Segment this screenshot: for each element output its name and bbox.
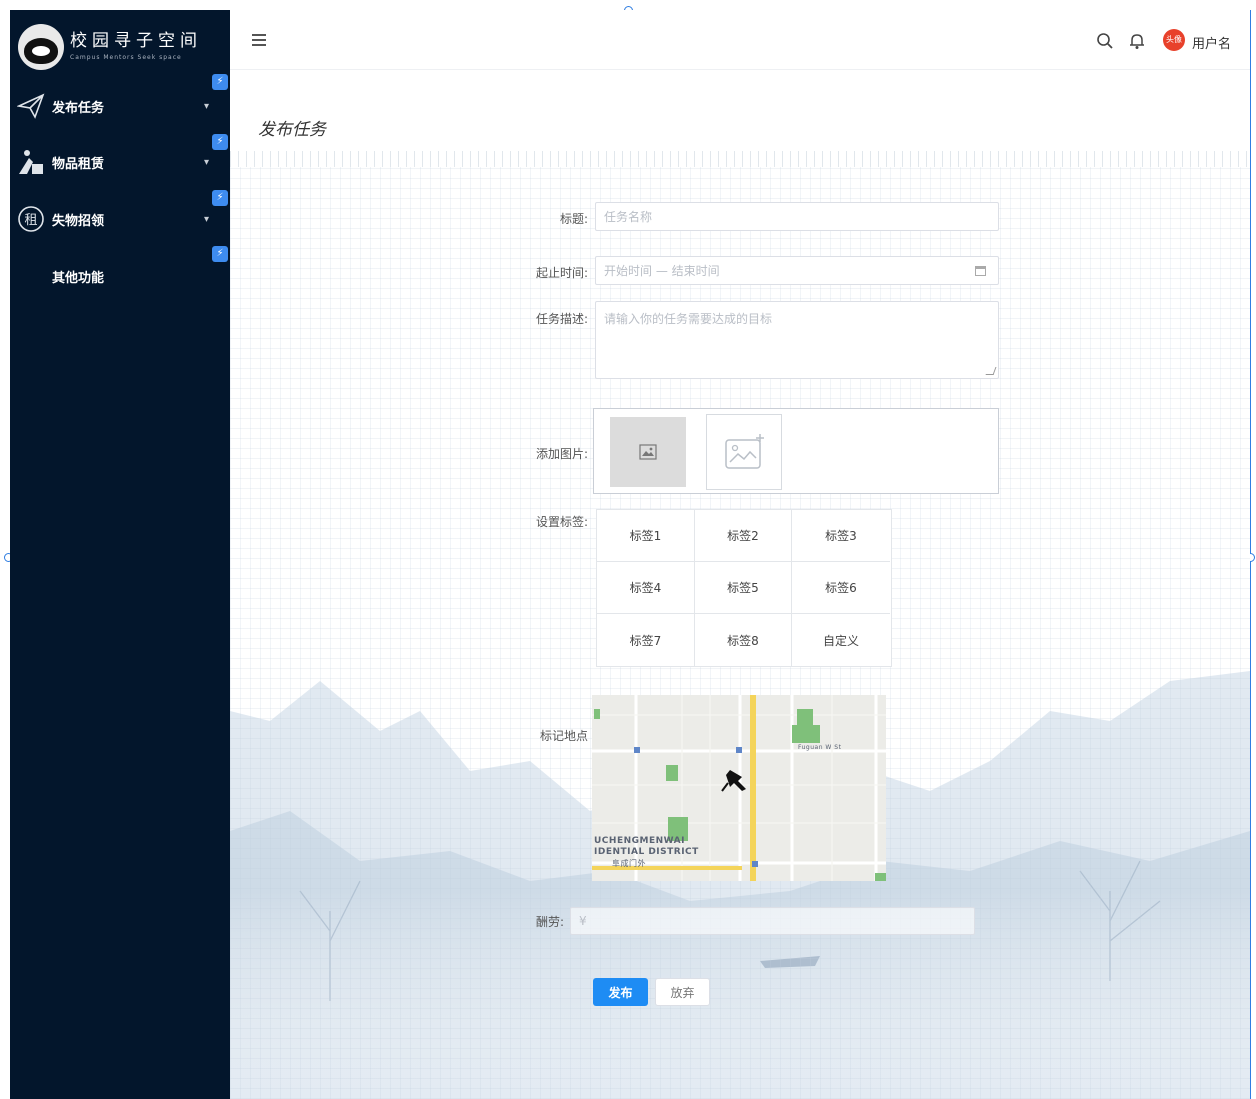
page-title: 发布任务 [258,120,326,140]
logo-subtitle: Campus Mentors Seek space [70,54,182,61]
sidebar-item-label: 其他功能 [52,270,105,286]
publish-button[interactable]: 发布 [593,978,648,1006]
tag-option[interactable]: 标签3 [792,510,890,562]
ruler [230,151,1250,167]
tag-custom-option[interactable]: 自定义 [792,614,890,666]
username[interactable]: 用户名 [1192,33,1231,52]
location-label: 标记地点 [539,729,588,743]
image-upload-area [593,408,999,494]
tags-label: 设置标签: [535,515,588,529]
description-placeholder: 请输入你的任务需要达成的目标 [604,312,773,326]
chevron-down-icon: ▾ [204,100,210,112]
menu-toggle-icon[interactable] [252,34,266,46]
avatar[interactable]: 头像 [1163,29,1185,51]
tag-option[interactable]: 标签7 [597,614,695,666]
tag-option[interactable]: 标签6 [792,562,890,614]
sidebar-item-label: 失物招领 [52,213,105,229]
reward-input[interactable]: ¥ [570,907,975,935]
discard-button[interactable]: 放弃 [655,978,710,1006]
map-district-label: 阜成门外 [612,859,646,868]
sidebar-item-item-rental[interactable]: 物品租赁 ▾ [10,142,230,182]
tag-grid: 标签1 标签2 标签3 标签4 标签5 标签6 标签7 标签8 自定义 [596,509,892,667]
time-placeholder: 开始时间 — 结束时间 [604,264,720,278]
paper-plane-icon [16,91,46,121]
sidebar-item-label: 物品租赁 [52,156,105,172]
tag-option[interactable]: 标签2 [695,510,792,562]
reward-placeholder: ¥ [579,914,587,928]
tag-option[interactable]: 标签4 [597,562,695,614]
sidebar-item-lost-found[interactable]: 租 失物招领 ▾ [10,199,230,239]
sidebar-item-other[interactable]: 其他功能 [10,256,230,296]
description-label: 任务描述: [535,312,588,326]
image-icon [639,444,657,460]
description-textarea[interactable]: 请输入你的任务需要达成的目标 [595,301,999,379]
title-label: 标题: [559,212,588,226]
tag-option[interactable]: 标签1 [597,510,695,562]
reward-label: 酬劳: [535,915,564,929]
map-district-label: UCHENGMENWAI [594,836,685,846]
calendar-icon [975,266,986,276]
images-label: 添加图片: [535,447,588,461]
time-label: 起止时间: [535,266,588,280]
svg-text:租: 租 [24,213,37,228]
stamp-icon: 租 [16,204,46,234]
sidebar: 校园寻子空间 Campus Mentors Seek space ⚡ 发布任务 … [10,10,230,1099]
title-placeholder: 任务名称 [604,210,653,224]
bell-icon[interactable] [1129,32,1145,50]
chevron-down-icon: ▾ [204,156,210,168]
tag-option[interactable]: 标签5 [695,562,792,614]
main-content: 发布任务 标题: 任务名称 起止时间: 开始时间 — 结束时间 任务描述: 请输… [230,71,1250,1099]
sidebar-item-publish-task[interactable]: 发布任务 ▾ [10,86,230,126]
resize-grip-icon[interactable] [985,367,997,375]
tag-option[interactable]: 标签8 [695,614,792,666]
title-input[interactable]: 任务名称 [595,202,999,231]
person-box-icon [16,147,46,177]
logo-emblem-icon [18,24,64,70]
chevron-down-icon: ▾ [204,213,210,225]
map-street-label: Fuguan W St [798,744,842,751]
add-image-icon [725,434,764,469]
add-image-button[interactable] [706,414,782,490]
app-logo[interactable]: 校园寻子空间 Campus Mentors Seek space [18,18,228,76]
sidebar-item-label: 发布任务 [52,100,105,116]
location-map[interactable]: UCHENGMENWAI IDENTIAL DISTRICT 阜成门外 Fugu… [592,695,886,881]
search-icon[interactable] [1096,32,1114,50]
top-header: 头像 用户名 [230,10,1250,70]
date-range-picker[interactable]: 开始时间 — 结束时间 [595,256,999,285]
logo-title: 校园寻子空间 [70,31,202,51]
map-district-label: IDENTIAL DISTRICT [594,847,699,857]
uploaded-image-thumb[interactable] [610,417,686,487]
